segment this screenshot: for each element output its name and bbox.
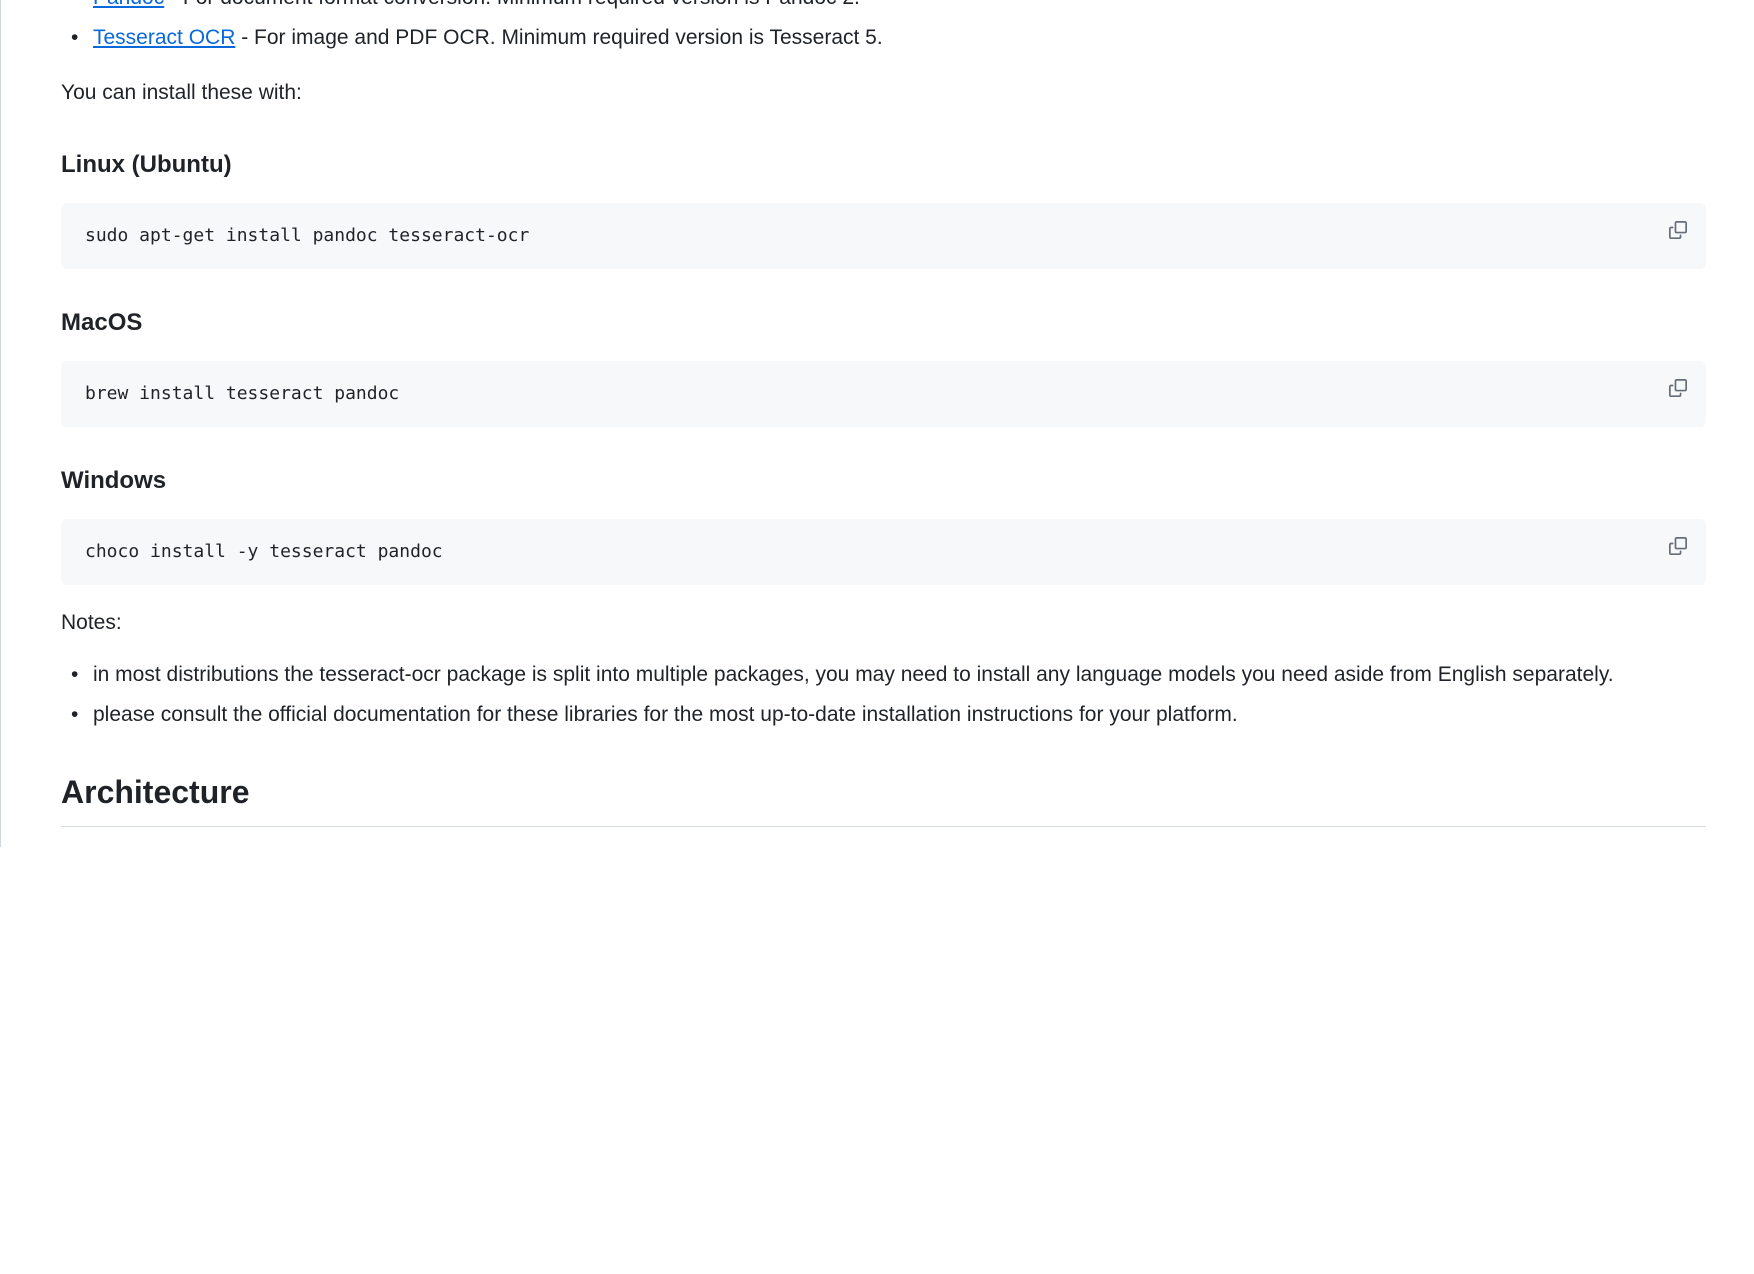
code-text: sudo apt-get install pandoc tesseract-oc… [85, 225, 529, 246]
list-item: Tesseract OCR - For image and PDF OCR. M… [93, 20, 1706, 56]
dependency-desc: - For image and PDF OCR. Minimum require… [235, 26, 882, 49]
copy-icon [1669, 537, 1687, 558]
copy-button[interactable] [1662, 531, 1694, 563]
code-block-linux: sudo apt-get install pandoc tesseract-oc… [61, 203, 1706, 269]
macos-heading: MacOS [61, 305, 1706, 341]
pandoc-link[interactable]: Pandoc [93, 0, 164, 9]
list-item: Pandoc - For document format conversion.… [93, 0, 1706, 16]
code-text: choco install -y tesseract pandoc [85, 541, 443, 562]
linux-heading: Linux (Ubuntu) [61, 147, 1706, 183]
copy-button[interactable] [1662, 215, 1694, 247]
dependency-desc: - For document format conversion. Minimu… [164, 0, 860, 9]
code-block-windows: choco install -y tesseract pandoc [61, 519, 1706, 585]
copy-icon [1669, 221, 1687, 242]
copy-icon [1669, 379, 1687, 400]
dependency-list: Pandoc - For document format conversion.… [61, 0, 1706, 55]
list-item: in most distributions the tesseract-ocr … [93, 657, 1706, 693]
readme-content: Pandoc - For document format conversion.… [13, 0, 1754, 847]
architecture-heading: Architecture [61, 768, 1706, 827]
install-intro-text: You can install these with: [61, 75, 1706, 111]
notes-heading: Notes: [61, 605, 1706, 641]
copy-button[interactable] [1662, 373, 1694, 405]
code-block-macos: brew install tesseract pandoc [61, 361, 1706, 427]
list-item: please consult the official documentatio… [93, 697, 1706, 733]
tesseract-link[interactable]: Tesseract OCR [93, 26, 235, 49]
code-text: brew install tesseract pandoc [85, 383, 399, 404]
windows-heading: Windows [61, 463, 1706, 499]
notes-list: in most distributions the tesseract-ocr … [61, 657, 1706, 732]
